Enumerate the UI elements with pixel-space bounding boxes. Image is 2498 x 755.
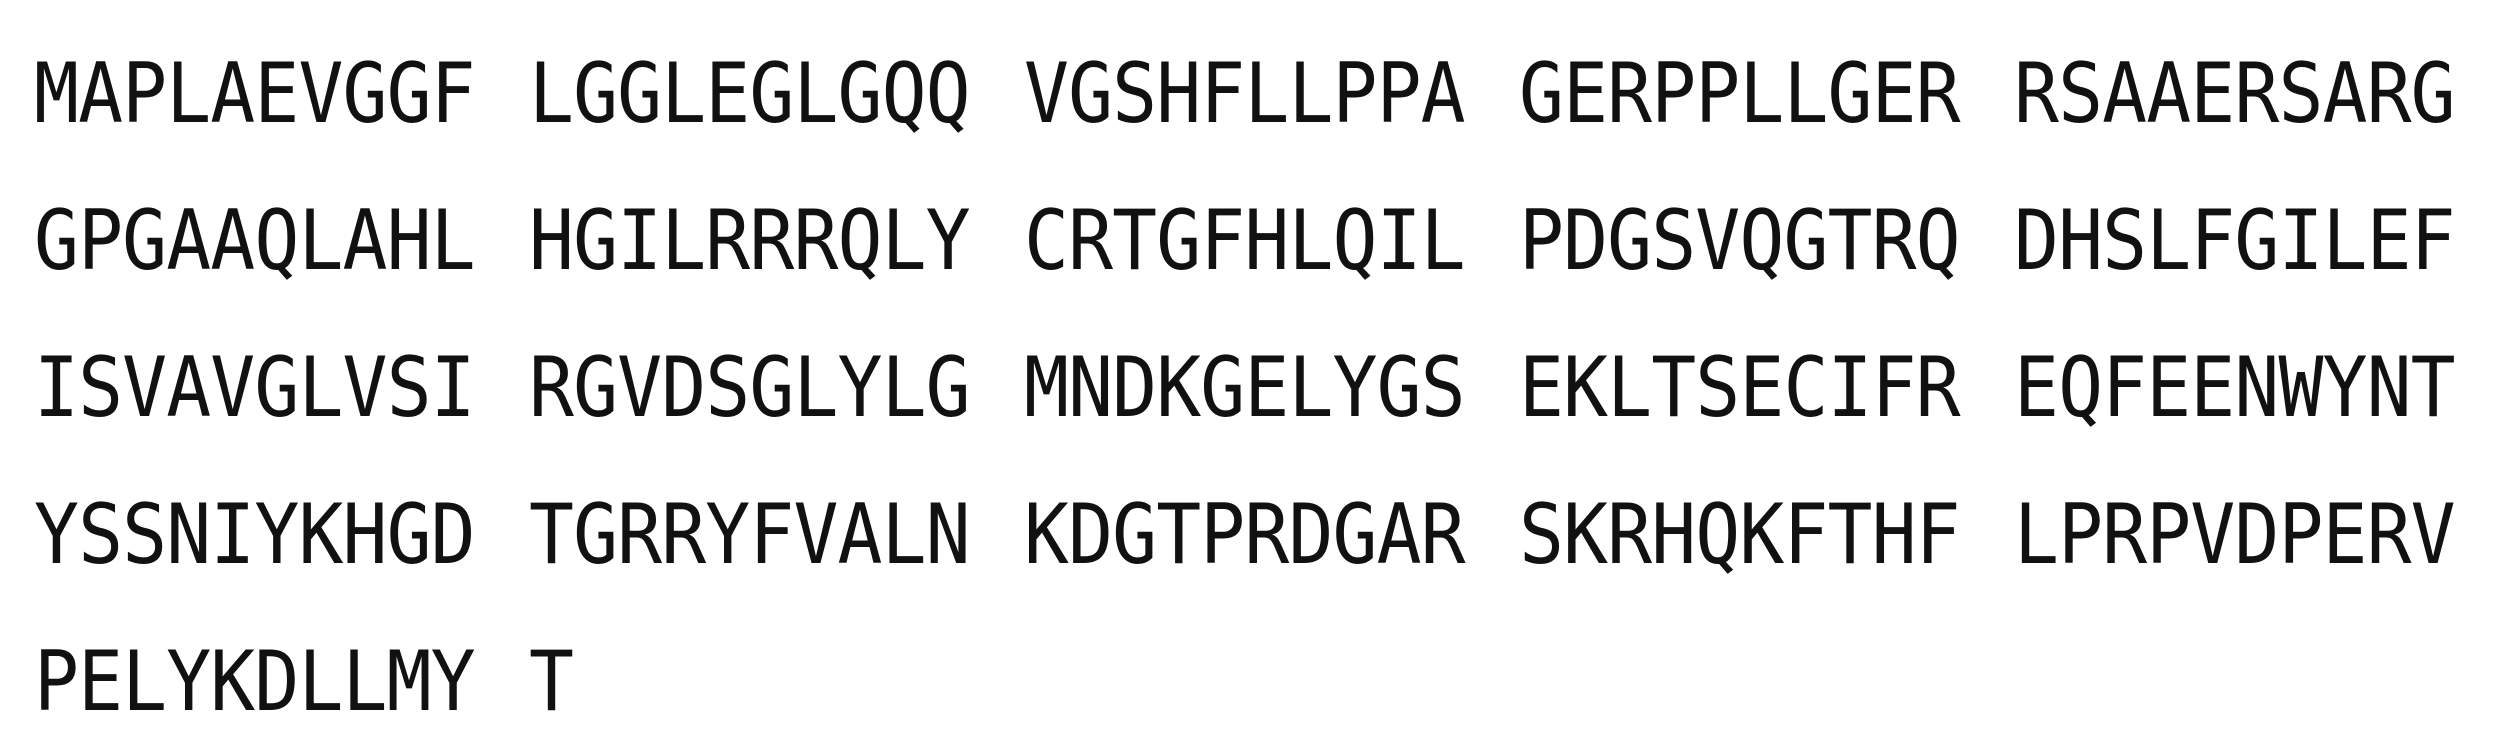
sequence-block: GERPPLLGER — [1519, 45, 1961, 142]
sequence-block: CRTGFHLQIL — [1024, 192, 1466, 289]
sequence-block: YSSNIYKHGD — [34, 486, 476, 583]
sequence-block: RSAAERSARG — [2014, 45, 2456, 142]
sequence-block: PDGSVQGTRQ — [1519, 192, 1961, 289]
sequence-row-5: PELYKDLLMY T — [34, 608, 2498, 755]
sequence-block: KDGTPRDGAR — [1024, 486, 1466, 583]
sequence-row-4: YSSNIYKHGD TGRRYFVALN KDGTPRDGAR SKRHQKF… — [34, 461, 2498, 608]
sequence-block: EQFEENWYNT — [2014, 339, 2456, 436]
sequence-block: TGRRYFVALN — [529, 486, 971, 583]
sequence-block: LPRPVDPERV — [2014, 486, 2456, 583]
sequence-block: T — [529, 633, 574, 730]
sequence-block: ISVAVGLVSI — [34, 339, 476, 436]
sequence-block: PELYKDLLMY — [34, 633, 476, 730]
sequence-row-3: ISVAVGLVSI RGVDSGLYLG MNDKGELYGS EKLTSEC… — [34, 314, 2498, 461]
protein-sequence: MAPLAEVGGF LGGLEGLGQQ VGSHFLLPPA GERPPLL… — [34, 20, 2498, 755]
sequence-block: MNDKGELYGS — [1024, 339, 1466, 436]
sequence-block: GPGAAQLAHL — [34, 192, 476, 289]
sequence-block: DHSLFGILEF — [2014, 192, 2456, 289]
sequence-block: HGILRRRQLY — [529, 192, 971, 289]
sequence-row-1: MAPLAEVGGF LGGLEGLGQQ VGSHFLLPPA GERPPLL… — [34, 20, 2498, 167]
sequence-row-2: GPGAAQLAHL HGILRRRQLY CRTGFHLQIL PDGSVQG… — [34, 167, 2498, 314]
sequence-block: LGGLEGLGQQ — [529, 45, 971, 142]
sequence-block: MAPLAEVGGF — [34, 45, 476, 142]
sequence-block: EKLTSECIFR — [1519, 339, 1961, 436]
sequence-block: RGVDSGLYLG — [529, 339, 971, 436]
sequence-block: SKRHQKFTHF — [1519, 486, 1961, 583]
sequence-block: VGSHFLLPPA — [1024, 45, 1466, 142]
